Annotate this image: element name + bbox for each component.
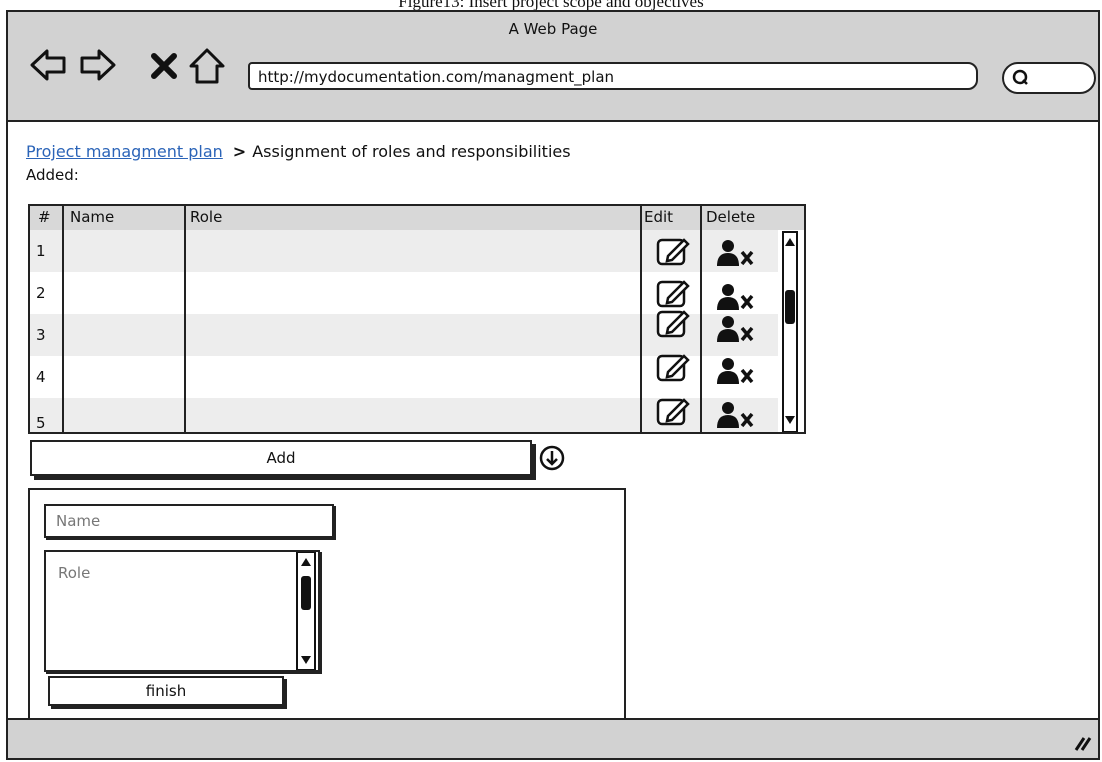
resize-grip-icon[interactable] bbox=[1072, 732, 1092, 752]
breadcrumb-link[interactable]: Project managment plan bbox=[26, 142, 223, 161]
table-scrollbar[interactable] bbox=[778, 230, 804, 432]
delete-user-icon[interactable] bbox=[716, 314, 758, 344]
expand-down-icon[interactable] bbox=[538, 444, 566, 472]
search-icon bbox=[1012, 69, 1028, 85]
row-number: 4 bbox=[36, 368, 46, 386]
column-divider bbox=[640, 206, 642, 432]
edit-icon[interactable] bbox=[656, 394, 694, 428]
name-field[interactable]: Name bbox=[44, 504, 334, 538]
header-edit: Edit bbox=[644, 208, 674, 226]
row-number: 2 bbox=[36, 284, 46, 302]
page-content: Project managment plan > Assignment of rol… bbox=[8, 122, 1098, 722]
row-number: 3 bbox=[36, 326, 46, 344]
browser-window: A Web Page http://mydocumentation.com/ma… bbox=[6, 10, 1100, 760]
delete-user-icon[interactable] bbox=[716, 282, 758, 312]
column-divider bbox=[184, 206, 186, 432]
breadcrumb-separator: > bbox=[232, 142, 247, 161]
header-delete: Delete bbox=[706, 208, 756, 226]
added-label: Added: bbox=[26, 166, 79, 184]
row-number: 5 bbox=[36, 414, 46, 432]
back-arrow-icon[interactable] bbox=[30, 42, 68, 88]
forward-arrow-icon[interactable] bbox=[78, 42, 116, 88]
table-row[interactable]: 1 bbox=[30, 230, 778, 272]
finish-button[interactable]: finish bbox=[48, 676, 284, 706]
role-textarea[interactable]: Role bbox=[44, 550, 320, 672]
edit-icon[interactable] bbox=[656, 306, 694, 340]
delete-user-icon[interactable] bbox=[716, 238, 758, 268]
edit-icon[interactable] bbox=[656, 276, 694, 310]
window-title: A Web Page bbox=[508, 20, 598, 38]
column-divider bbox=[62, 206, 64, 432]
delete-user-icon[interactable] bbox=[716, 400, 758, 430]
role-scrollbar[interactable] bbox=[296, 551, 316, 671]
role-placeholder: Role bbox=[58, 564, 91, 582]
home-icon[interactable] bbox=[188, 42, 226, 88]
close-icon[interactable] bbox=[148, 42, 186, 88]
delete-user-icon[interactable] bbox=[716, 356, 758, 386]
edit-icon[interactable] bbox=[656, 234, 694, 268]
header-role: Role bbox=[190, 208, 223, 226]
header-name: Name bbox=[70, 208, 115, 226]
add-member-form: Name Role finish bbox=[28, 488, 626, 722]
column-divider bbox=[700, 206, 702, 432]
header-num: # bbox=[38, 208, 51, 226]
url-text: http://mydocumentation.com/managment_pla… bbox=[258, 68, 615, 86]
status-bar bbox=[8, 718, 1098, 758]
search-box[interactable] bbox=[1002, 62, 1096, 94]
row-number: 1 bbox=[36, 242, 46, 260]
table-row[interactable]: 4 bbox=[30, 354, 778, 398]
roles-table: # Name Role Edit Delete 1 2 3 4 5 bbox=[28, 204, 806, 434]
breadcrumb-current: Assignment of roles and responsibilities bbox=[252, 142, 571, 161]
name-placeholder: Name bbox=[56, 512, 101, 530]
edit-icon[interactable] bbox=[656, 350, 694, 384]
address-bar[interactable]: http://mydocumentation.com/managment_pla… bbox=[248, 62, 978, 90]
table-header: # Name Role Edit Delete bbox=[30, 206, 804, 230]
add-button[interactable]: Add bbox=[30, 440, 532, 476]
browser-toolbar: A Web Page http://mydocumentation.com/ma… bbox=[8, 12, 1098, 122]
table-row[interactable]: 5 bbox=[30, 398, 778, 432]
breadcrumb: Project managment plan > Assignment of rol… bbox=[26, 142, 571, 161]
